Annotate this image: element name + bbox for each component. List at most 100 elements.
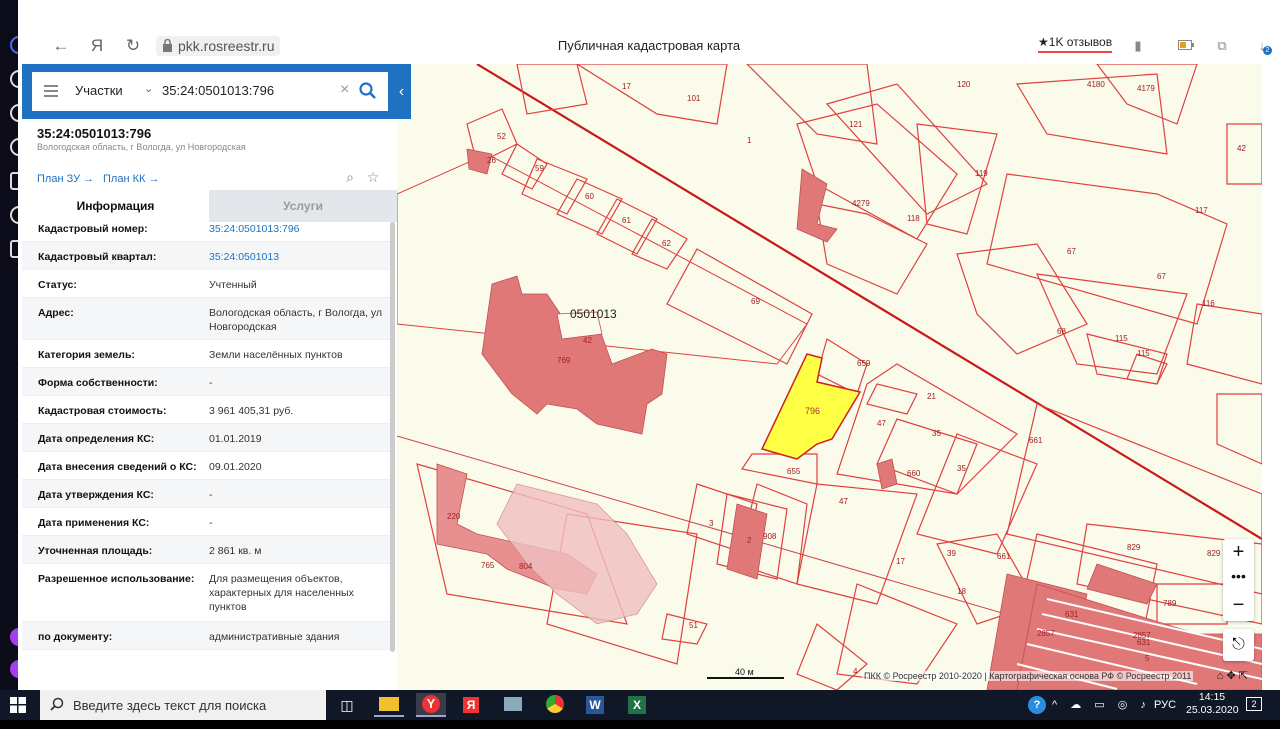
info-row-value: 09.01.2020 bbox=[209, 461, 262, 473]
scrollbar[interactable] bbox=[390, 222, 395, 652]
help-icon[interactable]: ? bbox=[1028, 696, 1046, 714]
parcel-label: 2857 bbox=[1133, 631, 1151, 640]
parcel-label: 101 bbox=[687, 94, 701, 103]
info-row: Категория земель: Земли населённых пункто… bbox=[22, 340, 392, 368]
search-icon[interactable] bbox=[358, 81, 378, 101]
download-icon[interactable]: ↓ 2 bbox=[1254, 38, 1272, 55]
parcel-label: 115 bbox=[1115, 334, 1128, 343]
scale-label: 40 м bbox=[735, 667, 754, 677]
parcel-label: 17 bbox=[622, 82, 631, 91]
parcel-label: 60 bbox=[585, 192, 594, 201]
tab-services[interactable]: Услуги bbox=[209, 190, 397, 222]
compass-button[interactable]: ⎋ bbox=[1223, 629, 1254, 661]
search-type-select[interactable]: Участки bbox=[75, 83, 123, 98]
address-bar[interactable]: pkk.rosreestr.ru bbox=[156, 36, 281, 56]
zoom-in-button[interactable]: + bbox=[1223, 539, 1254, 566]
parcel-label: 2 bbox=[747, 536, 752, 545]
file-explorer-icon[interactable] bbox=[374, 693, 404, 717]
info-row-key: Форма собственности: bbox=[38, 377, 158, 389]
parcel-label: 908 bbox=[763, 532, 777, 541]
word-icon[interactable]: W bbox=[580, 693, 610, 717]
plan-zu-link[interactable]: План ЗУ → bbox=[37, 173, 94, 185]
language-indicator[interactable]: РУС bbox=[1154, 699, 1176, 729]
parcel-label: 804 bbox=[519, 562, 533, 571]
info-row-key: Кадастровый номер: bbox=[38, 223, 148, 235]
reload-icon[interactable]: ↻ bbox=[122, 36, 144, 56]
excel-icon[interactable]: X bbox=[622, 693, 652, 717]
cadastral-map[interactable]: 0501013 796 17 101 120 4180 4179 42 52 26 59 60 61… bbox=[397, 64, 1262, 690]
parcel-label: 4180 bbox=[1087, 80, 1105, 89]
parcel-label: 121 bbox=[849, 120, 863, 129]
info-tabs: Информация Услуги bbox=[22, 190, 397, 222]
more-button[interactable]: ••• bbox=[1223, 566, 1254, 592]
info-row-value: Учтенный bbox=[209, 279, 257, 291]
parcel-label: 51 bbox=[689, 621, 698, 630]
collapse-panel-button[interactable]: ‹ bbox=[392, 64, 411, 119]
menu-icon[interactable] bbox=[44, 85, 58, 97]
parcel-label: 119 bbox=[975, 169, 988, 178]
parcel-label: 52 bbox=[497, 132, 506, 141]
taskbar-search[interactable]: Введите здесь текст для поиска bbox=[40, 690, 326, 720]
parcel-label: 67 bbox=[1067, 247, 1076, 256]
network-app-icon[interactable] bbox=[498, 693, 528, 717]
info-row-value[interactable]: 35:24:0501013 bbox=[209, 250, 384, 264]
reviews-button[interactable]: ★1K отзывов bbox=[1038, 35, 1113, 53]
plan-kk-link[interactable]: План КК → bbox=[103, 173, 159, 185]
info-row: Дата применения КС: - bbox=[22, 508, 392, 536]
battery-icon[interactable] bbox=[1178, 38, 1194, 54]
parcel-label: 61 bbox=[622, 216, 631, 225]
info-row-value: Земли населённых пунктов bbox=[209, 349, 343, 361]
chevron-down-icon[interactable]: ⌄ bbox=[144, 82, 153, 95]
chrome-icon[interactable] bbox=[540, 693, 570, 717]
yandex-icon[interactable]: Я bbox=[456, 693, 486, 717]
zoom-out-button[interactable]: − bbox=[1223, 592, 1254, 619]
info-row: Кадастровая стоимость: 3 961 405,31 руб. bbox=[22, 396, 392, 424]
parcel-label: 659 bbox=[857, 359, 871, 368]
clock-date: 25.03.2020 bbox=[1186, 704, 1239, 716]
clock[interactable]: 14:15 25.03.2020 bbox=[1186, 691, 1239, 717]
plan-zu-label: План ЗУ bbox=[37, 173, 81, 185]
clear-icon[interactable]: × bbox=[340, 81, 349, 99]
info-row-value: 01.01.2019 bbox=[209, 433, 262, 445]
parcel-label: 631 bbox=[1065, 610, 1079, 619]
search-input[interactable]: 35:24:0501013:796 bbox=[162, 83, 274, 98]
browser-toolbar: ← Я ↻ pkk.rosreestr.ru Публичная кадастр… bbox=[18, 28, 1280, 64]
search-icon bbox=[50, 697, 64, 711]
yandex-browser-icon[interactable]: Y bbox=[416, 693, 446, 717]
bookmark-icon[interactable]: ▮ bbox=[1130, 38, 1146, 54]
parcel-label: 4179 bbox=[1137, 84, 1155, 93]
info-row: Кадастровый квартал: 35:24:0501013 bbox=[22, 242, 392, 270]
map-canvas[interactable] bbox=[397, 64, 1262, 690]
parcel-label: 117 bbox=[1195, 206, 1208, 215]
zoom-controls: + ••• − bbox=[1223, 539, 1254, 621]
parcel-label: 18 bbox=[957, 587, 966, 596]
extensions-icon[interactable]: ⧉ bbox=[1214, 38, 1230, 54]
yandex-icon[interactable]: Я bbox=[86, 36, 108, 56]
system-tray-icons[interactable]: ^ ☁ ▭ ◎ ♪ bbox=[1052, 698, 1151, 728]
parcel-label: 59 bbox=[535, 164, 544, 173]
info-row-value: 2 861 кв. м bbox=[209, 545, 262, 557]
selected-parcel-label: 796 bbox=[805, 406, 821, 416]
info-row-key: Статус: bbox=[38, 279, 77, 291]
favorite-star-icon[interactable]: ☆ bbox=[365, 169, 381, 185]
info-row-value[interactable]: 35:24:0501013:796 bbox=[209, 222, 384, 236]
map-tools-icons[interactable]: ⌂ ✥ ⇱ bbox=[1217, 669, 1248, 682]
parcel-label: 661 bbox=[1029, 436, 1043, 445]
info-row: Разрешенное использование: Для размещения… bbox=[22, 564, 392, 622]
windows-start-icon[interactable] bbox=[10, 697, 26, 713]
info-row-key: Разрешенное использование: bbox=[38, 573, 195, 585]
info-row-key: Кадастровая стоимость: bbox=[38, 405, 167, 417]
tab-information[interactable]: Информация bbox=[22, 190, 209, 222]
info-row: Кадастровый номер: 35:24:0501013:796 bbox=[22, 222, 392, 242]
zoom-to-object-icon[interactable]: ⌕ bbox=[342, 169, 358, 185]
info-row-value: административные здания bbox=[209, 631, 340, 643]
notifications-icon[interactable]: 2 bbox=[1246, 697, 1262, 711]
taskbar: Введите здесь текст для поиска ◫ Y Я W X… bbox=[0, 690, 1280, 720]
task-view-icon[interactable]: ◫ bbox=[332, 693, 362, 717]
parcel-label: 62 bbox=[662, 239, 671, 248]
info-row: Форма собственности: - bbox=[22, 368, 392, 396]
info-row-value: - bbox=[209, 489, 213, 501]
parcel-label: 655 bbox=[787, 467, 801, 476]
parcel-label: 3 bbox=[709, 519, 714, 528]
back-button[interactable]: ← bbox=[50, 36, 72, 56]
